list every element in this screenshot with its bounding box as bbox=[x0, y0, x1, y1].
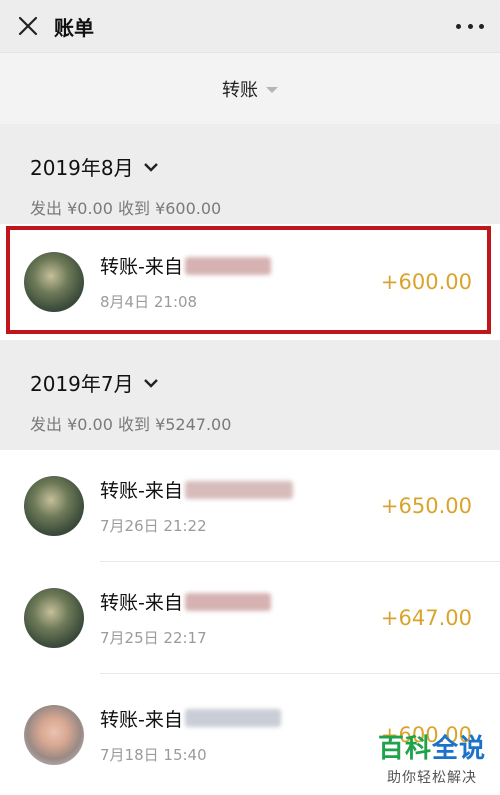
transaction-title: 转账-来自 bbox=[100, 256, 183, 278]
filter-bar: 转账 bbox=[0, 52, 500, 124]
more-icon[interactable] bbox=[456, 14, 484, 38]
filter-label: 转账 bbox=[222, 79, 258, 101]
transaction-title: 转账-来自 bbox=[100, 592, 183, 614]
chevron-down-icon bbox=[143, 378, 158, 388]
avatar bbox=[24, 588, 84, 648]
transaction-row[interactable]: 转账-来自 8月4日 21:08 +600.00 bbox=[0, 224, 500, 340]
avatar bbox=[24, 252, 84, 312]
transaction-time: 7月18日 15:40 bbox=[100, 745, 207, 764]
transaction-time: 7月26日 21:22 bbox=[100, 517, 207, 535]
transaction-amount: +600.00 bbox=[380, 270, 472, 294]
month-header-july: 2019年7月 发出 ¥0.00 收到 ¥5247.00 bbox=[0, 340, 500, 450]
blurred-sender-name bbox=[184, 709, 281, 727]
top-bar: 账单 bbox=[0, 0, 500, 52]
watermark-subtitle: 助你轻松解决 bbox=[386, 770, 477, 786]
caret-down-icon bbox=[266, 86, 278, 93]
transaction-row[interactable]: 转账-来自 7月26日 21:22 +650.00 bbox=[0, 450, 500, 562]
month-selector[interactable]: 2019年8月 bbox=[30, 152, 470, 181]
transaction-time: 8月4日 21:08 bbox=[100, 293, 198, 311]
transaction-title: 转账-来自 bbox=[100, 480, 183, 502]
chevron-down-icon bbox=[143, 162, 158, 172]
transaction-amount: +647.00 bbox=[380, 606, 472, 630]
month-summary: 发出 ¥0.00 收到 ¥600.00 bbox=[30, 199, 222, 218]
blurred-sender-name bbox=[184, 480, 293, 499]
month-summary: 发出 ¥0.00 收到 ¥5247.00 bbox=[30, 415, 232, 434]
transaction-time: 7月25日 22:17 bbox=[100, 629, 207, 647]
filter-dropdown[interactable]: 转账 bbox=[222, 76, 278, 102]
avatar bbox=[24, 476, 84, 536]
blurred-sender-name bbox=[184, 592, 271, 611]
avatar bbox=[24, 704, 84, 765]
month-selector[interactable]: 2019年7月 bbox=[30, 368, 470, 397]
month-title: 2019年8月 bbox=[30, 156, 134, 180]
watermark-title: 百科全说 bbox=[377, 734, 486, 764]
watermark: 百科全说 助你轻松解决 bbox=[378, 728, 486, 787]
close-icon[interactable] bbox=[16, 14, 40, 38]
transaction-title: 转账-来自 bbox=[100, 708, 183, 731]
page-title: 账单 bbox=[54, 15, 94, 40]
month-title: 2019年7月 bbox=[30, 372, 134, 396]
blurred-sender-name bbox=[184, 256, 271, 275]
transaction-row[interactable]: 转账-来自 7月25日 22:17 +647.00 bbox=[0, 562, 500, 674]
month-header-august: 2019年8月 发出 ¥0.00 收到 ¥600.00 bbox=[0, 124, 500, 224]
transaction-amount: +650.00 bbox=[380, 494, 472, 518]
